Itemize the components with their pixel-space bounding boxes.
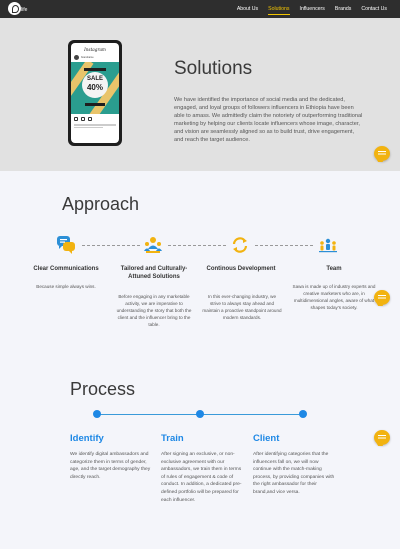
nav-item-contact-us[interactable]: Contact Us xyxy=(356,6,392,12)
phone-mockup-image: Instagram brandname SALE 40% xyxy=(68,40,122,146)
nav-item-solutions[interactable]: Solutions xyxy=(263,6,294,15)
connector-line xyxy=(82,245,140,246)
connector-line xyxy=(255,245,313,246)
approach-title: Approach xyxy=(62,194,140,214)
chat-bubbles-icon xyxy=(57,236,75,254)
top-navbar: life About Us Solutions Influencers Bran… xyxy=(0,0,400,18)
connector-line xyxy=(168,245,226,246)
process-heading-identify: Identify xyxy=(70,433,104,444)
phone-profile-row: brandname xyxy=(74,55,116,60)
team-award-icon xyxy=(144,237,162,253)
chat-icon[interactable] xyxy=(374,290,390,305)
page-title: Solutions xyxy=(174,58,253,79)
heart-icon xyxy=(74,117,78,121)
logo[interactable]: life xyxy=(8,2,28,16)
approach-heading-continous-development: Continous Development xyxy=(206,266,276,272)
nav-item-about-us[interactable]: About Us xyxy=(232,6,263,12)
approach-text-team: Sawa is made up of industry experts and … xyxy=(292,284,376,310)
post-percent-text: 40% xyxy=(86,83,103,92)
post-sale-text: SALE xyxy=(86,76,103,82)
phone-app-name: Instagram xyxy=(84,47,106,52)
process-dot-identify xyxy=(93,410,101,418)
nav-item-influencers[interactable]: Influencers xyxy=(295,6,330,12)
process-text-train: After signing an exclusive, or non-exclu… xyxy=(161,452,242,503)
refresh-cycle-icon xyxy=(232,237,248,253)
caption-line xyxy=(74,126,103,128)
process-dot-train xyxy=(196,410,204,418)
logo-mark xyxy=(8,2,21,15)
process-heading-train: Train xyxy=(161,433,184,444)
approach-text-continous-development: In this ever-changing industry, we striv… xyxy=(202,294,282,320)
phone-post-image: SALE 40% xyxy=(71,62,119,114)
phone-screen: Instagram brandname SALE 40% xyxy=(71,43,119,143)
process-title: Process xyxy=(70,379,136,399)
approach-text-tailored-solutions: Before engaging in any marketable activi… xyxy=(116,294,192,327)
hero-section: Instagram brandname SALE 40% Solutions W… xyxy=(0,18,400,171)
comment-icon xyxy=(81,117,85,121)
process-text-client: After identifying categories that the in… xyxy=(253,452,335,495)
approach-heading-team: Team xyxy=(326,266,342,272)
logo-text: life xyxy=(21,7,28,13)
chat-icon[interactable] xyxy=(374,430,390,445)
hero-description: We have identified the importance of soc… xyxy=(174,97,363,144)
avatar xyxy=(74,55,79,60)
approach-heading-tailored-solutions: Tailored and Culturally-Attuned Solution… xyxy=(120,266,188,280)
process-text-identify: We identify digital ambassadors and cate… xyxy=(70,452,151,480)
caption-line xyxy=(74,124,116,126)
approach-text-clear-communications: Because simple always wins. xyxy=(36,284,96,289)
process-heading-client: Client xyxy=(253,433,280,444)
chat-icon[interactable] xyxy=(374,146,390,161)
post-actions xyxy=(74,117,116,121)
post-banner xyxy=(85,103,105,106)
phone-account-name: brandname xyxy=(81,56,94,59)
approach-heading-clear-communications: Clear Communications xyxy=(33,266,99,272)
post-banner xyxy=(84,68,106,71)
nav-menu: About Us Solutions Influencers Brands Co… xyxy=(232,0,392,18)
team-people-icon xyxy=(319,238,337,253)
nav-item-brands[interactable]: Brands xyxy=(330,6,356,12)
process-dot-client xyxy=(299,410,307,418)
share-icon xyxy=(88,117,92,121)
